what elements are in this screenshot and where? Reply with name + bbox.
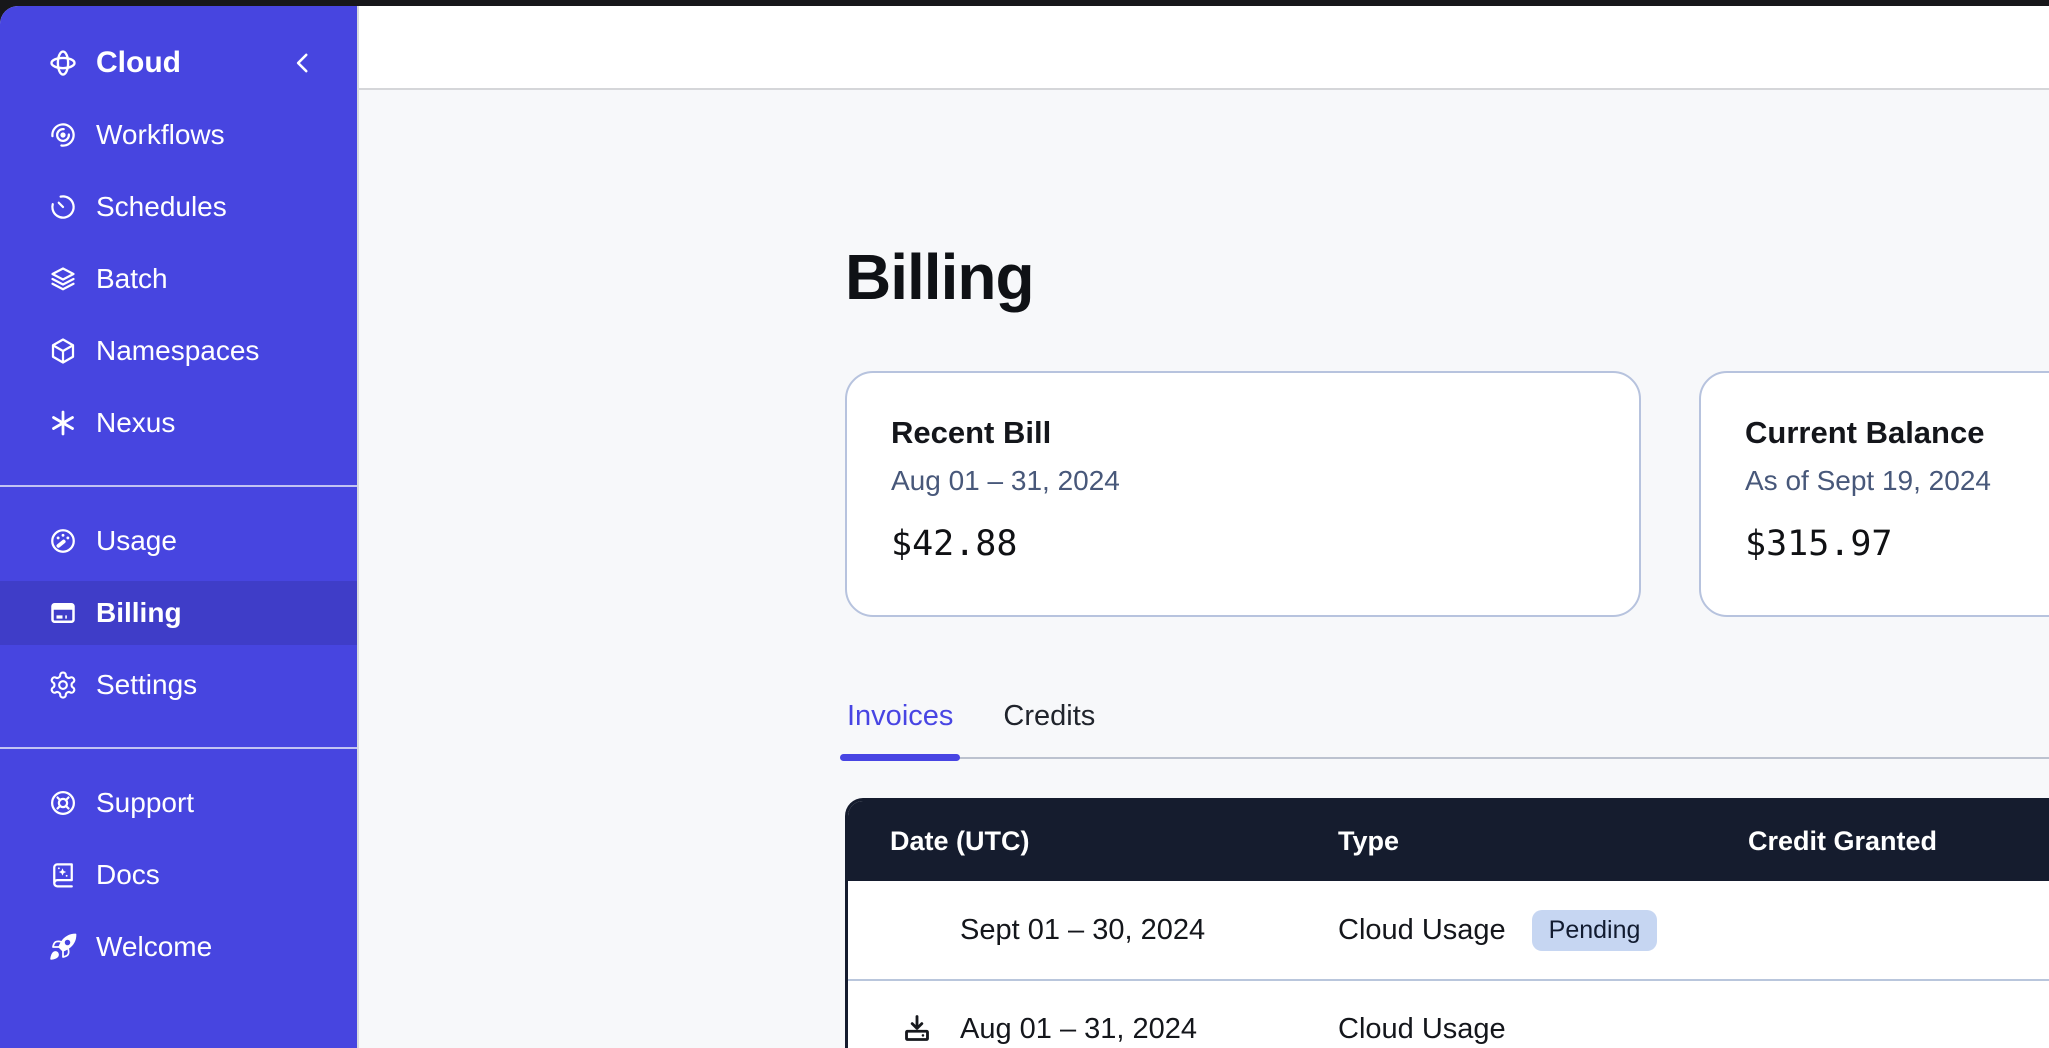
batch-layers-icon xyxy=(48,264,78,294)
sidebar-item-workflows[interactable]: Workflows xyxy=(0,103,357,167)
card-title: Current Balance xyxy=(1745,415,2049,451)
sidebar-item-label: Namespaces xyxy=(96,335,259,367)
card-amount: $42.88 xyxy=(891,524,1595,564)
download-invoice-icon[interactable] xyxy=(900,1012,934,1046)
sidebar-item-billing[interactable]: Billing xyxy=(0,581,357,645)
summary-cards: Recent Bill Aug 01 – 31, 2024 $42.88 Cur… xyxy=(845,371,2049,617)
temporal-logo-icon xyxy=(48,48,78,78)
usage-gauge-icon xyxy=(48,526,78,556)
settings-gear-icon xyxy=(48,670,78,700)
sidebar-item-label: Welcome xyxy=(96,931,212,963)
app-window: Cloud Workflows xyxy=(0,6,2049,1048)
sidebar-item-label: Batch xyxy=(96,263,168,295)
empty-icon-slot xyxy=(900,913,934,947)
sidebar-item-label: Workflows xyxy=(96,119,225,151)
support-lifebuoy-icon xyxy=(48,788,78,818)
sidebar-item-nexus[interactable]: Nexus xyxy=(0,391,357,455)
card-period: Aug 01 – 31, 2024 xyxy=(891,465,1595,497)
sidebar-item-usage[interactable]: Usage xyxy=(0,509,357,573)
current-balance-card: Current Balance As of Sept 19, 2024 $315… xyxy=(1699,371,2049,617)
sidebar-item-docs[interactable]: Docs xyxy=(0,843,357,907)
chevron-left-icon[interactable] xyxy=(290,50,316,76)
table-row: Sept 01 – 30, 2024 Cloud Usage Pending xyxy=(848,881,2049,979)
sidebar-item-batch[interactable]: Batch xyxy=(0,247,357,311)
invoice-date: Sept 01 – 30, 2024 xyxy=(960,914,1205,947)
nexus-asterisk-icon xyxy=(48,408,78,438)
sidebar-divider xyxy=(0,747,357,749)
sidebar-item-namespaces[interactable]: Namespaces xyxy=(0,319,357,383)
sidebar-item-welcome[interactable]: Welcome xyxy=(0,915,357,979)
tab-invoices[interactable]: Invoices xyxy=(845,700,955,757)
namespaces-cube-icon xyxy=(48,336,78,366)
status-badge: Pending xyxy=(1532,910,1658,951)
table-row: Aug 01 – 31, 2024 Cloud Usage xyxy=(848,979,2049,1048)
sidebar-item-label: Billing xyxy=(96,597,182,629)
column-header-date: Date (UTC) xyxy=(848,826,1294,857)
main-area: Billing Recent Bill Aug 01 – 31, 2024 $4… xyxy=(357,6,2049,1048)
page-title: Billing xyxy=(845,236,2049,319)
sidebar-item-label: Docs xyxy=(96,859,160,891)
content: Billing Recent Bill Aug 01 – 31, 2024 $4… xyxy=(359,90,2049,1048)
sidebar-item-schedules[interactable]: Schedules xyxy=(0,175,357,239)
sidebar-brand-cloud[interactable]: Cloud xyxy=(0,31,357,95)
column-header-credit-granted: Credit Granted xyxy=(1704,826,2049,857)
invoice-type: Cloud Usage xyxy=(1338,914,1506,947)
topbar xyxy=(359,6,2049,90)
billing-tabs: Invoices Credits xyxy=(845,700,2049,759)
table-header: Date (UTC) Type Credit Granted xyxy=(848,801,2049,881)
sidebar-item-label: Support xyxy=(96,787,194,819)
card-amount: $315.97 xyxy=(1745,524,2049,564)
invoice-date: Aug 01 – 31, 2024 xyxy=(960,1013,1197,1046)
sidebar-item-settings[interactable]: Settings xyxy=(0,653,357,717)
invoices-table: Date (UTC) Type Credit Granted Sept 01 –… xyxy=(845,798,2049,1048)
tab-credits[interactable]: Credits xyxy=(1001,700,1097,757)
card-period: As of Sept 19, 2024 xyxy=(1745,465,2049,497)
sidebar-item-support[interactable]: Support xyxy=(0,771,357,835)
docs-book-icon xyxy=(48,860,78,890)
sidebar-divider xyxy=(0,485,357,487)
column-header-type: Type xyxy=(1294,826,1704,857)
workflows-spiral-icon xyxy=(48,120,78,150)
sidebar-item-label: Usage xyxy=(96,525,177,557)
schedules-timer-icon xyxy=(48,192,78,222)
sidebar-item-label: Nexus xyxy=(96,407,175,439)
card-title: Recent Bill xyxy=(891,415,1595,451)
sidebar-item-label: Settings xyxy=(96,669,197,701)
sidebar-item-label: Schedules xyxy=(96,191,227,223)
recent-bill-card: Recent Bill Aug 01 – 31, 2024 $42.88 xyxy=(845,371,1641,617)
sidebar-brand-label: Cloud xyxy=(96,46,181,80)
welcome-rocket-icon xyxy=(48,932,78,962)
sidebar: Cloud Workflows xyxy=(0,6,357,1048)
billing-card-icon xyxy=(48,598,78,628)
invoice-type: Cloud Usage xyxy=(1338,1013,1506,1046)
